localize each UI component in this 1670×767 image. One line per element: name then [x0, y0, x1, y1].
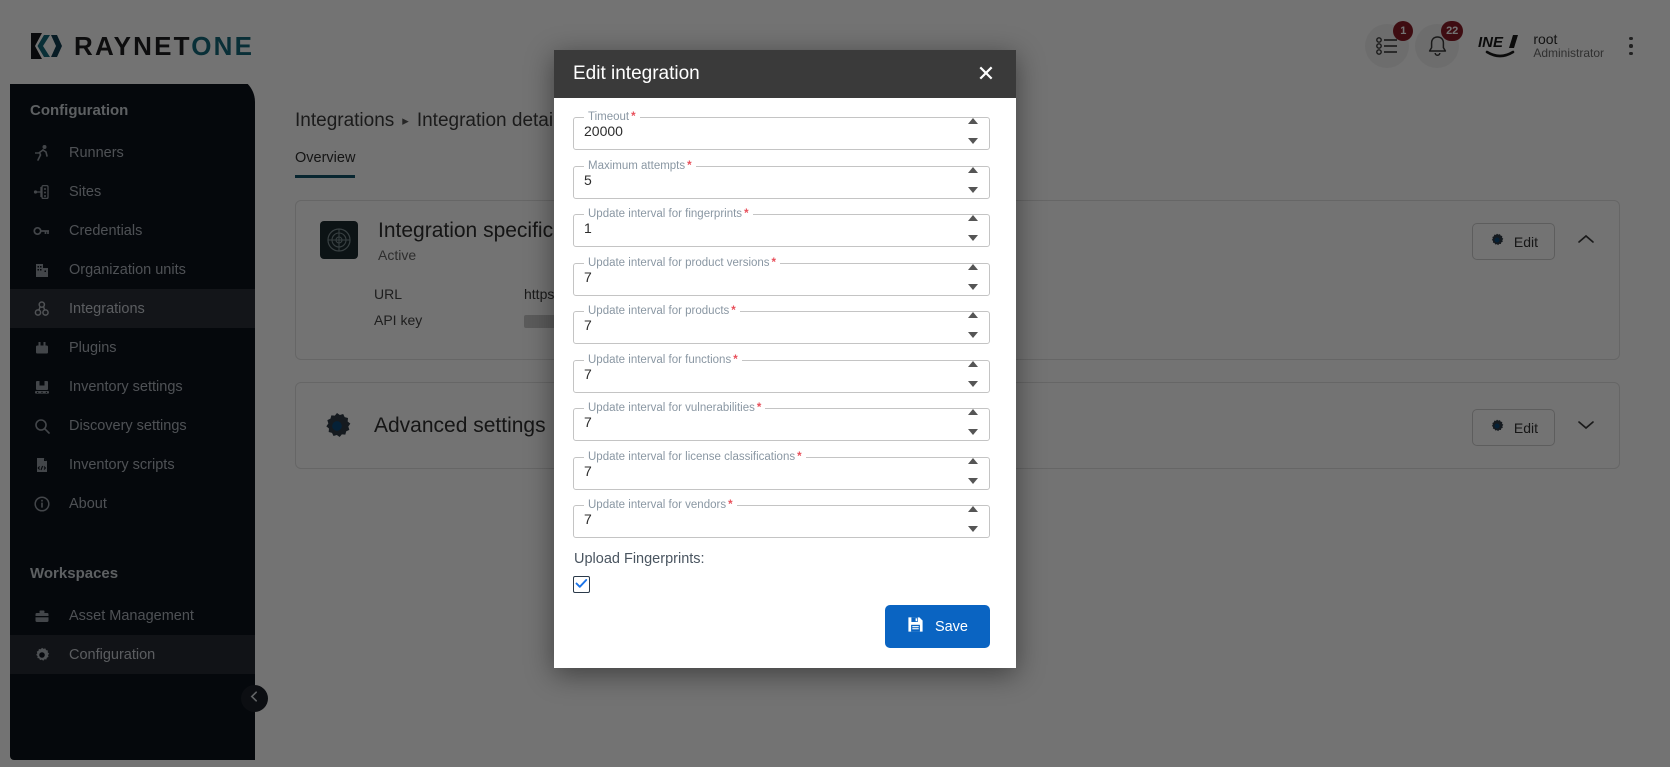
- upload-fingerprints-label: Upload Fingerprints:: [574, 551, 705, 567]
- dialog-footer: Save: [554, 605, 1016, 668]
- update-interval-fingerprints-stepper[interactable]: [968, 215, 982, 241]
- field-update-interval-vendors: Update interval for vendors *: [573, 499, 990, 538]
- update-interval-product-versions-input[interactable]: [574, 258, 964, 295]
- checkmark-icon: [575, 576, 588, 594]
- field-timeout: Timeout *: [573, 111, 990, 150]
- maximum-attempts-input[interactable]: [574, 161, 964, 198]
- field-update-interval-vulnerabilities: Update interval for vulnerabilities *: [573, 402, 990, 441]
- edit-integration-dialog: Edit integration ✕ Timeout* Maximum atte…: [554, 50, 1016, 668]
- dialog-body: Timeout* Maximum attempts* Update interv…: [554, 98, 1016, 605]
- save-button[interactable]: Save: [884, 605, 990, 648]
- update-interval-vendors-input[interactable]: [574, 501, 964, 537]
- field-update-interval-product-versions: Update interval for product versions *: [573, 257, 990, 296]
- update-interval-vendors-stepper[interactable]: [968, 506, 982, 532]
- update-interval-fingerprints-input[interactable]: [574, 210, 964, 246]
- dialog-title: Edit integration: [573, 63, 700, 84]
- update-interval-license-classifications-stepper[interactable]: [968, 457, 982, 484]
- update-interval-license-classifications-input[interactable]: [574, 452, 964, 489]
- maximum-attempts-stepper[interactable]: [968, 166, 982, 193]
- field-update-interval-functions: Update interval for functions *: [573, 354, 990, 393]
- update-interval-product-versions-stepper[interactable]: [968, 263, 982, 290]
- field-update-interval-license-classifications: Update interval for license classificati…: [573, 451, 990, 490]
- update-interval-functions-stepper[interactable]: [968, 360, 982, 387]
- field-update-interval-products: Update interval for products *: [573, 305, 990, 344]
- update-interval-vulnerabilities-stepper[interactable]: [968, 409, 982, 435]
- timeout-input[interactable]: [574, 113, 964, 149]
- update-interval-functions-input[interactable]: [574, 355, 964, 392]
- floppy-save-icon: [907, 616, 924, 637]
- field-update-interval-fingerprints: Update interval for fingerprints *: [573, 208, 990, 247]
- update-interval-products-input[interactable]: [574, 307, 964, 343]
- save-button-label: Save: [934, 618, 968, 635]
- dialog-header: Edit integration ✕: [554, 50, 1016, 98]
- application-window: RAYNETONE 1: [0, 0, 1670, 767]
- field-maximum-attempts: Maximum attempts *: [573, 160, 990, 199]
- upload-fingerprints-checkbox[interactable]: [573, 576, 590, 593]
- update-interval-vulnerabilities-input[interactable]: [574, 404, 964, 440]
- close-icon[interactable]: ✕: [972, 60, 1000, 88]
- update-interval-products-stepper[interactable]: [968, 312, 982, 338]
- timeout-stepper[interactable]: [968, 118, 982, 144]
